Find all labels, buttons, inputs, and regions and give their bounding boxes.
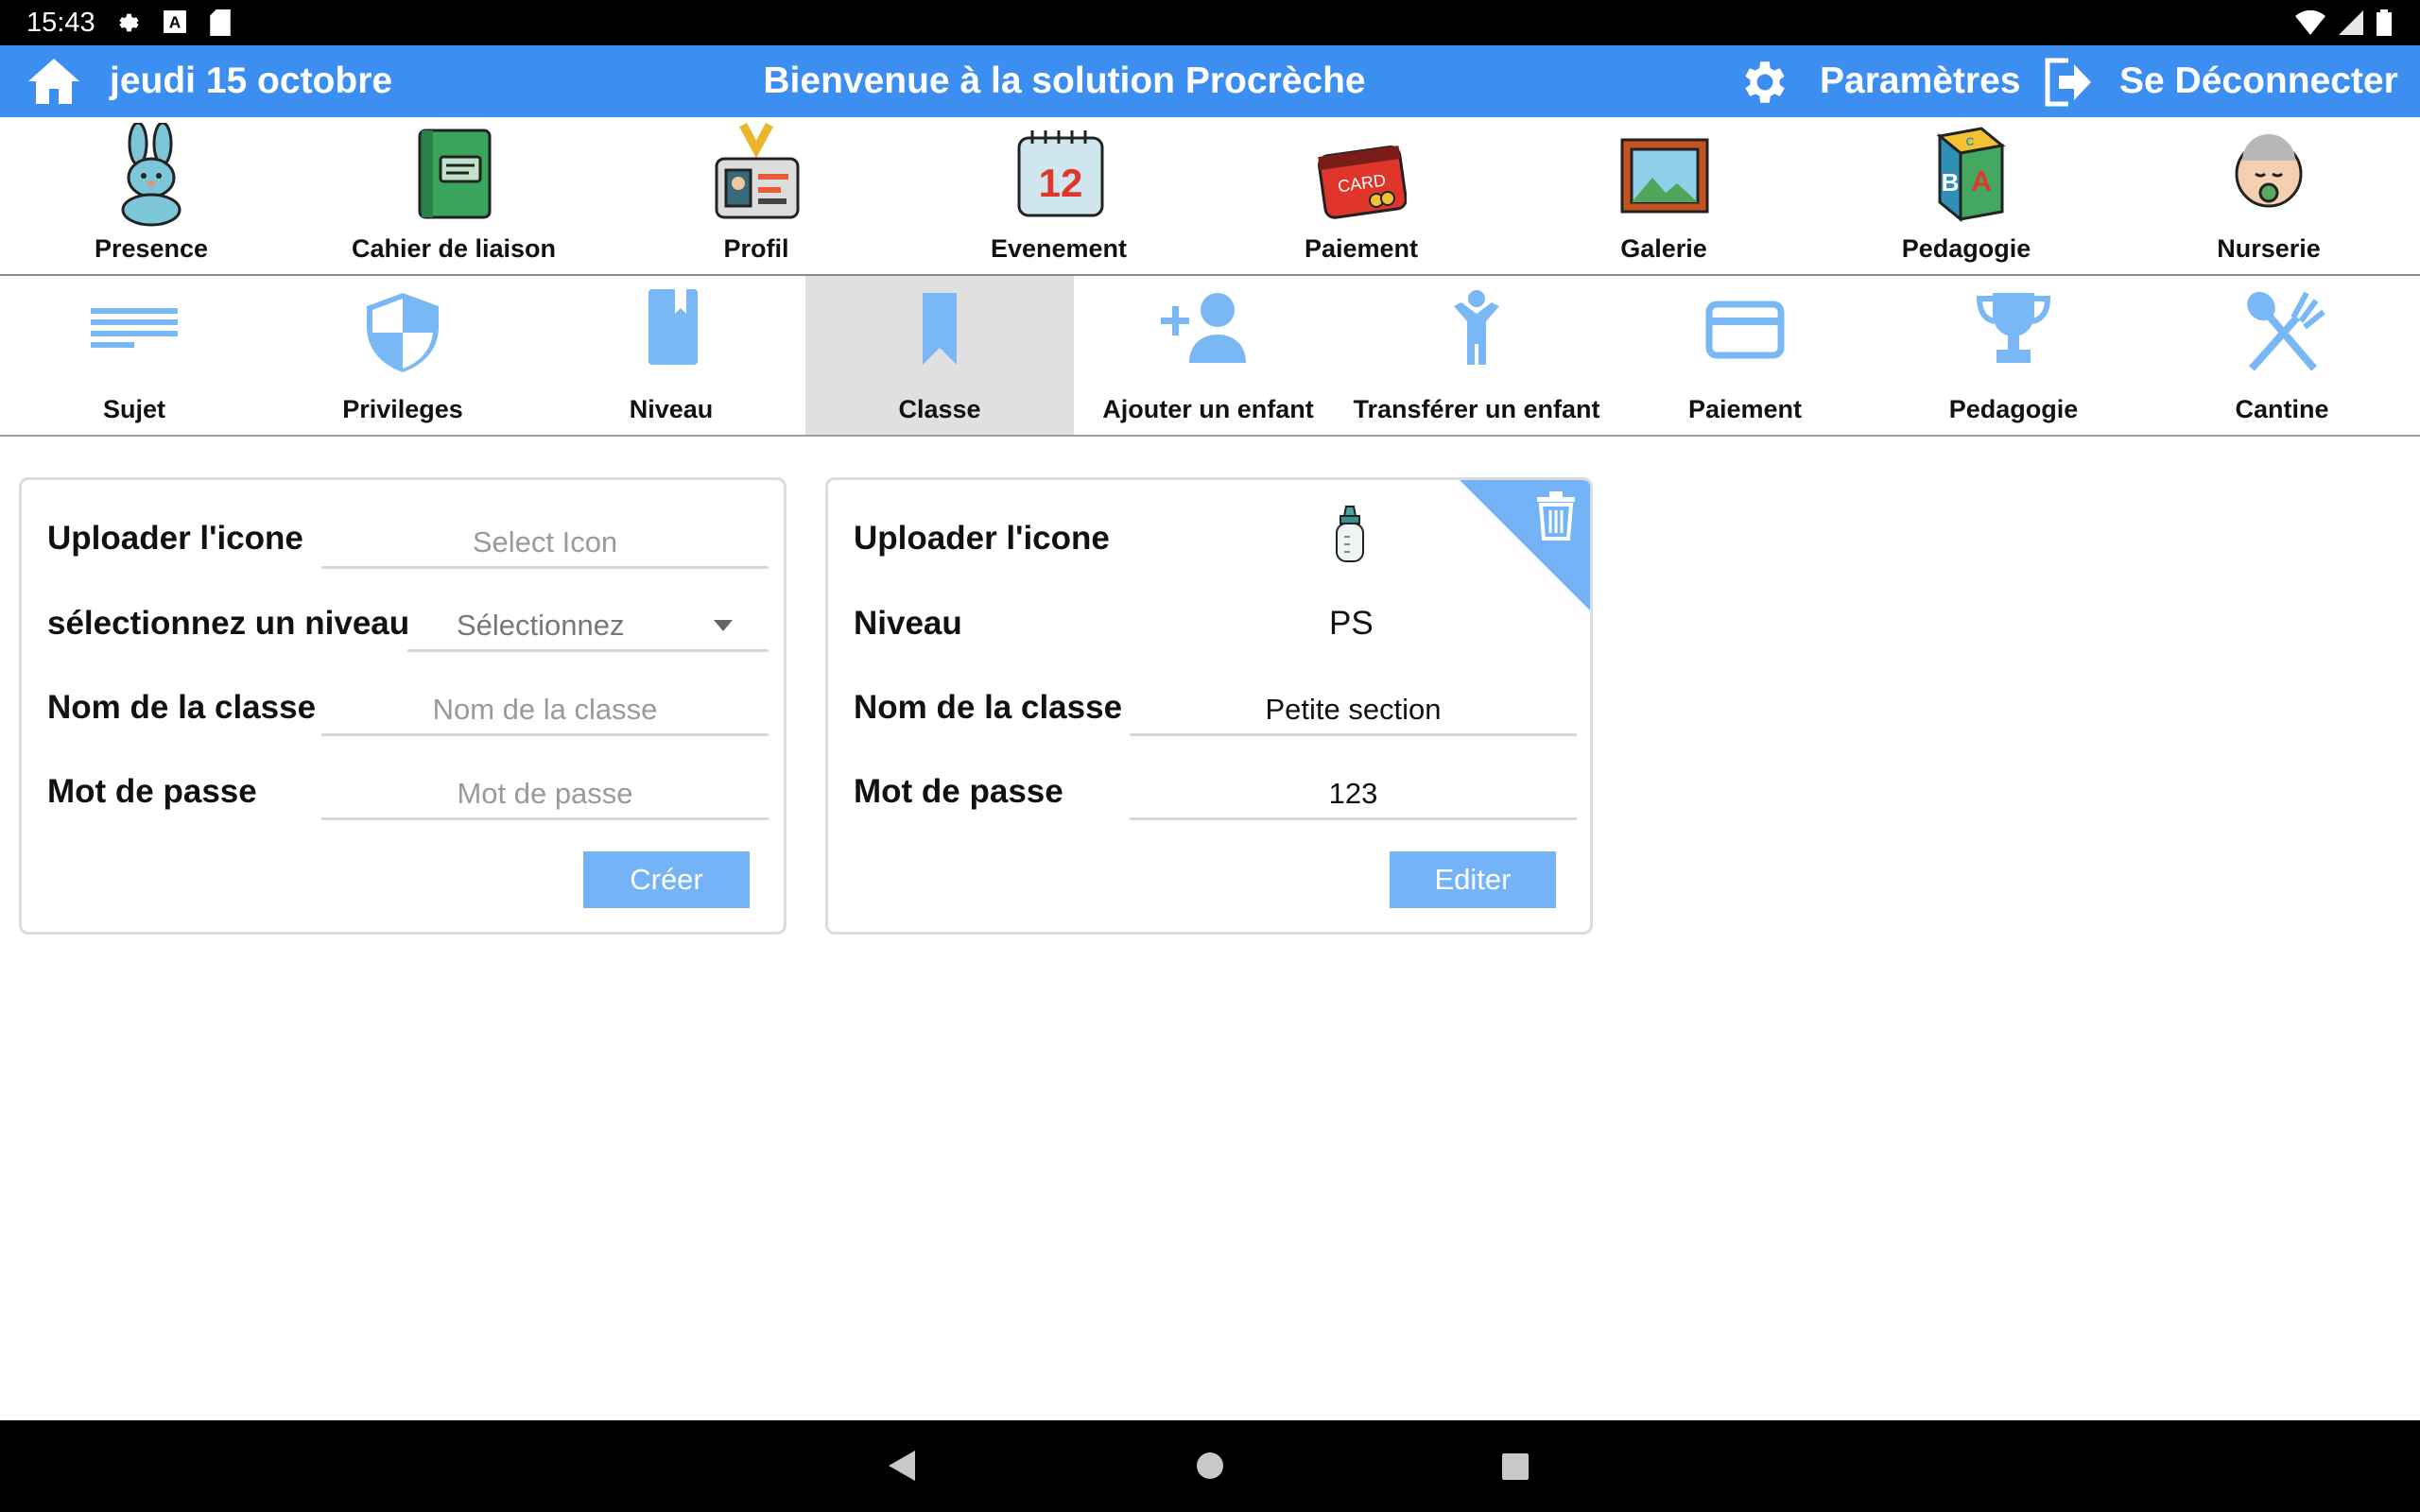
svg-text:B: B: [1942, 168, 1960, 197]
tab-label: Ajouter un enfant: [1102, 395, 1314, 423]
class-name-input[interactable]: Nom de la classe: [321, 683, 769, 736]
nav-label: Galerie: [1620, 234, 1707, 263]
tab-label: Niveau: [629, 395, 714, 423]
svg-text:12: 12: [1039, 161, 1083, 205]
nav-label: Profil: [723, 234, 789, 263]
upload-label: Uploader l'icone: [47, 520, 303, 557]
tab-sujet[interactable]: Sujet: [0, 276, 268, 435]
level-value: PS: [1329, 605, 1374, 642]
level-select-value: Sélectionnez: [457, 609, 625, 642]
bookmark-icon: [923, 293, 957, 365]
nav-label: Presence: [94, 234, 209, 263]
nav-item-nurserie[interactable]: Nurserie: [2118, 117, 2420, 276]
class-name-input[interactable]: Petite section: [1130, 683, 1577, 736]
sdcard-status-icon: [210, 9, 231, 36]
tab-niveau[interactable]: Niveau: [537, 276, 805, 435]
notebook-icon: [418, 129, 492, 219]
nav-label: Nurserie: [2217, 234, 2321, 263]
logout-icon[interactable]: [2042, 55, 2095, 110]
card-icon: [1705, 301, 1785, 359]
class-card: Uploader l'icone Niveau PS Nom de la cla…: [825, 477, 1593, 935]
nav-item-paiement[interactable]: CARD Paiement: [1210, 117, 1512, 276]
wifi-icon: [2295, 10, 2325, 35]
tab-label: Sujet: [102, 395, 165, 423]
create-class-card: Uploader l'icone Select Icon sélectionne…: [19, 477, 786, 935]
tab-label: Privileges: [342, 395, 463, 423]
tab-ajouter-enfant[interactable]: Ajouter un enfant: [1074, 276, 1342, 435]
settings-status-icon: [119, 13, 139, 32]
level-label: sélectionnez un niveau: [47, 605, 410, 642]
add-person-icon: [1161, 293, 1246, 363]
nav-item-galerie[interactable]: Galerie: [1512, 117, 1815, 276]
bunny-icon: [121, 123, 182, 227]
tab-label: Paiement: [1687, 395, 1803, 423]
tab-label: Transférer un enfant: [1353, 395, 1600, 423]
baby-bottle-icon[interactable]: [1329, 505, 1371, 565]
nav-label: Evenement: [990, 234, 1128, 263]
tab-label: Pedagogie: [1948, 395, 2079, 423]
settings-link[interactable]: Paramètres: [1820, 60, 2020, 102]
nav-item-pedagogie[interactable]: B A C Pedagogie: [1815, 117, 2118, 276]
back-icon[interactable]: [887, 1449, 917, 1483]
tab-paiement[interactable]: Paiement: [1611, 276, 1879, 435]
signal-icon: [2339, 10, 2363, 35]
tab-cantine[interactable]: Cantine: [2148, 276, 2416, 435]
settings-nav: Sujet Privileges Niveau Classe Ajouter u…: [0, 276, 2420, 437]
nav-item-cahier[interactable]: Cahier de liaison: [302, 117, 605, 276]
nav-item-evenement[interactable]: 12 Evenement: [908, 117, 1210, 276]
battery-icon: [2377, 9, 2392, 36]
svg-text:A: A: [1971, 166, 1992, 198]
picture-frame-icon: [1620, 138, 1709, 214]
app-header: jeudi 15 octobre Bienvenue à la solution…: [0, 45, 2420, 117]
select-icon-field[interactable]: Select Icon: [321, 516, 769, 569]
edit-button[interactable]: Editer: [1390, 851, 1556, 908]
recents-icon[interactable]: [1501, 1452, 1530, 1481]
nav-label: Paiement: [1304, 234, 1419, 263]
password-label: Mot de passe: [854, 773, 1063, 810]
nav-item-presence[interactable]: Presence: [0, 117, 302, 276]
logout-link[interactable]: Se Déconnecter: [2119, 60, 2398, 102]
svg-text:A: A: [169, 13, 182, 32]
level-select[interactable]: Sélectionnez: [407, 599, 769, 652]
tab-privileges[interactable]: Privileges: [268, 276, 537, 435]
create-button[interactable]: Créer: [583, 851, 750, 908]
main-nav: Presence Cahier de liaison Profil 12 Eve…: [0, 117, 2420, 276]
password-input[interactable]: 123: [1130, 767, 1577, 820]
tab-transferer-enfant[interactable]: Transférer un enfant: [1342, 276, 1611, 435]
shield-icon: [367, 293, 439, 372]
system-nav-bar: [0, 1420, 2420, 1512]
nav-label: Pedagogie: [1901, 234, 2031, 263]
nav-item-profil[interactable]: Profil: [605, 117, 908, 276]
child-icon: [1454, 290, 1499, 365]
tab-label: Classe: [898, 395, 981, 423]
id-badge-icon: [715, 123, 800, 219]
upload-label: Uploader l'icone: [854, 520, 1110, 557]
tab-classe[interactable]: Classe: [805, 276, 1074, 435]
svg-text:C: C: [1966, 135, 1975, 148]
trash-icon[interactable]: [1535, 490, 1577, 541]
home-nav-icon[interactable]: [1195, 1451, 1225, 1481]
gear-icon[interactable]: [1737, 55, 1792, 110]
utensils-icon: [2247, 291, 2325, 371]
password-input[interactable]: Mot de passe: [321, 767, 769, 820]
nav-label: Cahier de liaison: [351, 234, 557, 263]
book-icon: [648, 289, 698, 365]
credit-card-icon: CARD: [1318, 145, 1407, 219]
abc-blocks-icon: B A C: [1936, 127, 2006, 223]
header-title: Bienvenue à la solution Procrèche: [763, 60, 1366, 101]
class-name-label: Nom de la classe: [854, 689, 1123, 726]
font-status-icon: A: [164, 10, 186, 33]
calendar-icon: 12: [1017, 130, 1104, 217]
level-label: Niveau: [854, 605, 962, 642]
tab-label: Cantine: [2235, 395, 2329, 423]
password-label: Mot de passe: [47, 773, 257, 810]
class-name-label: Nom de la classe: [47, 689, 317, 726]
status-time: 15:43: [26, 8, 95, 38]
tab-pedagogie[interactable]: Pedagogie: [1879, 276, 2148, 435]
status-bar: 15:43 A: [0, 0, 2420, 45]
chevron-down-icon: [714, 620, 733, 631]
lines-icon: [91, 308, 178, 348]
baby-icon: [2235, 134, 2303, 208]
trophy-icon: [1976, 293, 2051, 363]
